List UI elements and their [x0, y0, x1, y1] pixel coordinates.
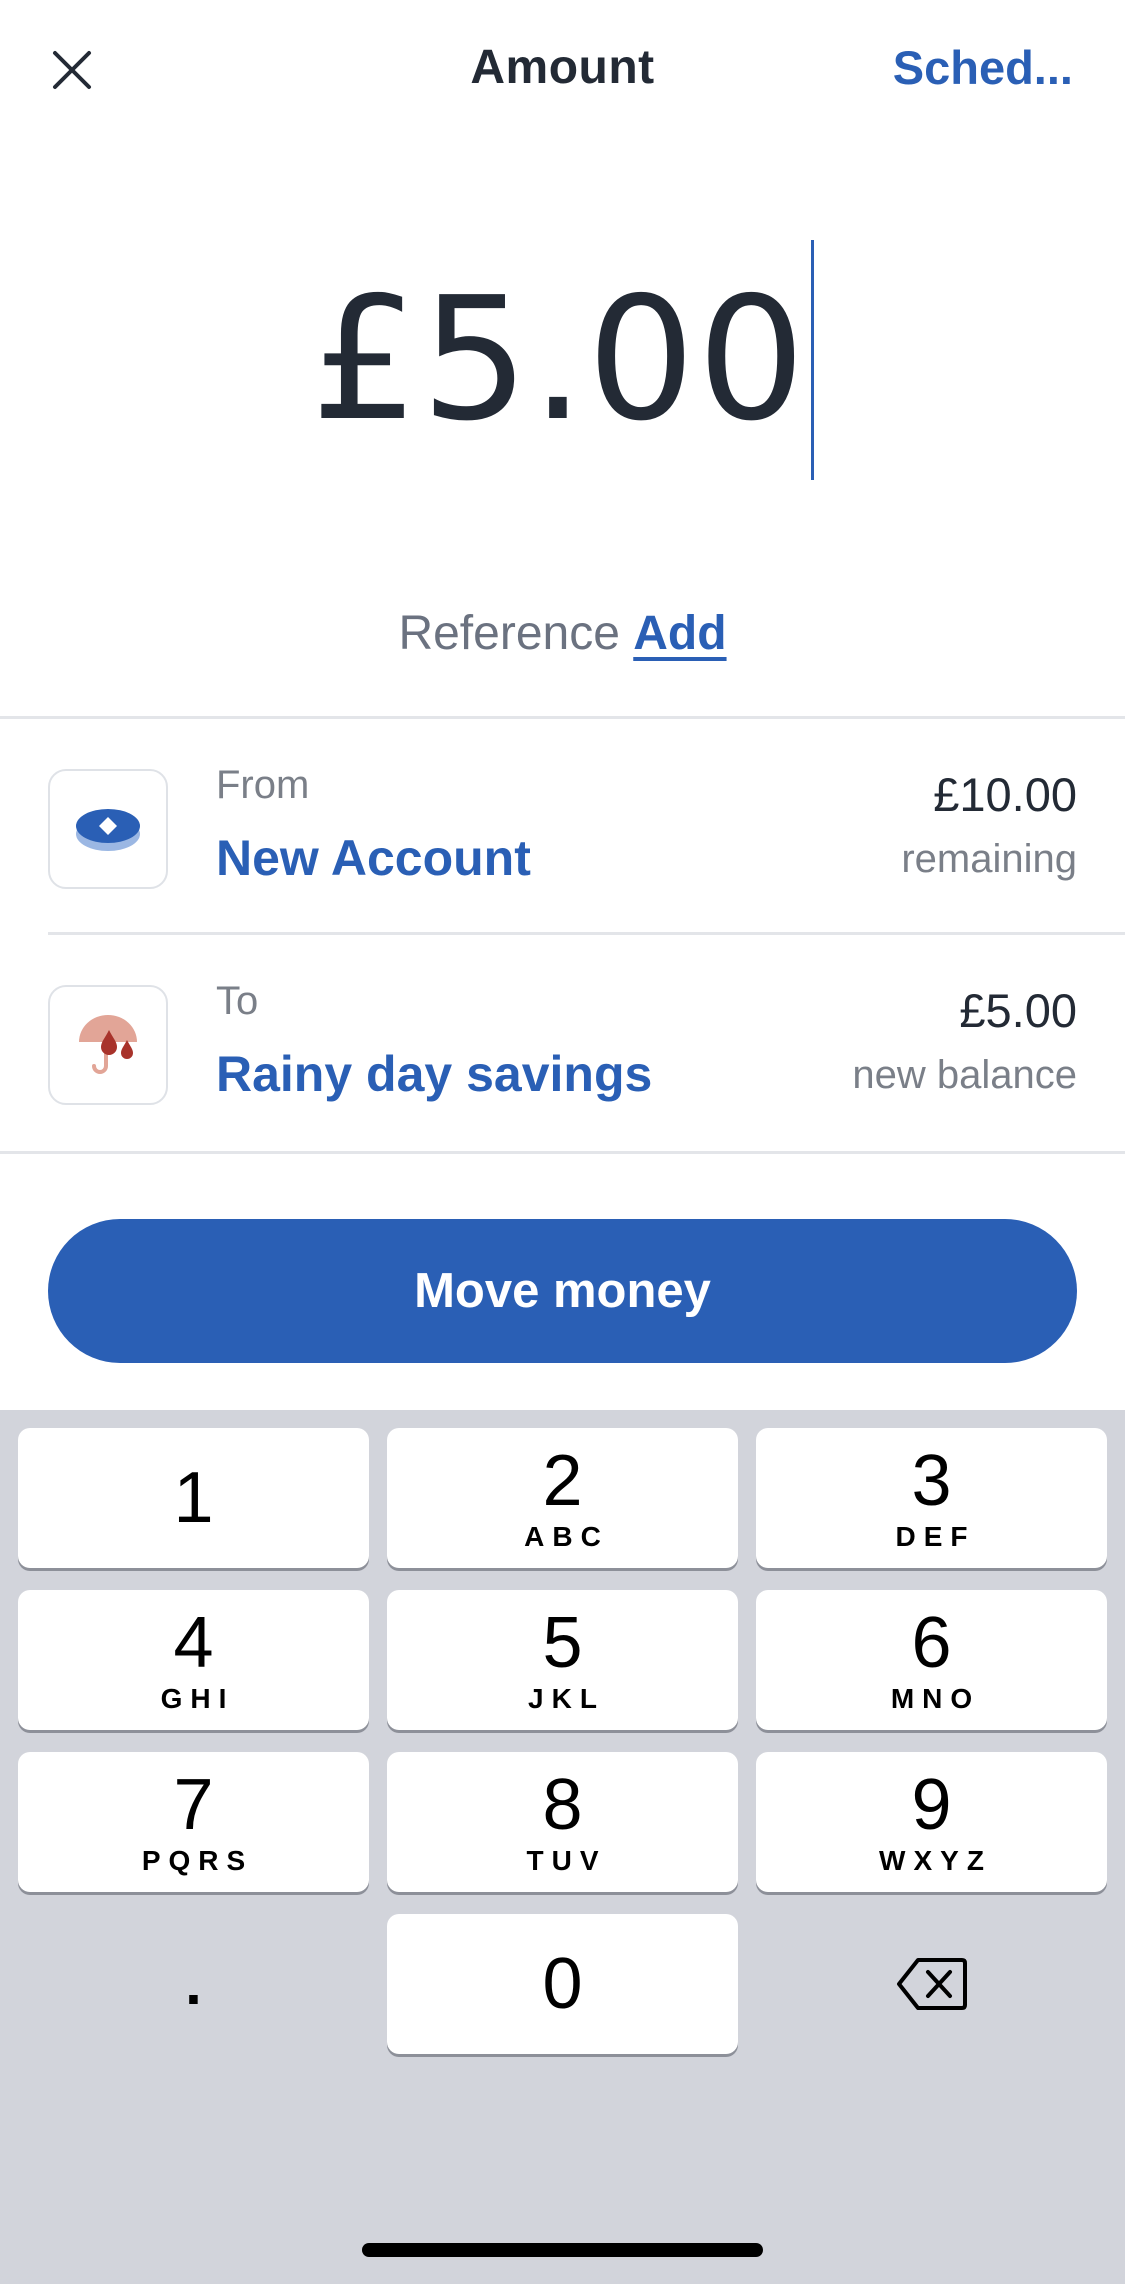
key-digit: 4 — [173, 1603, 214, 1683]
numeric-keypad: 1 2 ABC 3 DEF 4 GHI 5 JKL 6 MNO 7 PQRS 8… — [0, 1410, 1125, 2284]
divider — [0, 1151, 1125, 1154]
amount-value: £5.00 — [310, 261, 808, 459]
umbrella-icon — [79, 1015, 137, 1074]
backspace-icon — [896, 1958, 967, 2010]
home-indicator — [362, 2243, 763, 2257]
from-account-icon-tile — [48, 769, 168, 889]
key-decimal[interactable]: . — [18, 1914, 369, 2054]
key-0[interactable]: 0 — [387, 1914, 738, 2054]
key-digit: 0 — [542, 1944, 583, 2024]
key-digit: 6 — [911, 1603, 952, 1683]
key-5[interactable]: 5 JKL — [387, 1590, 738, 1730]
schedule-button[interactable]: Sched... — [893, 40, 1073, 95]
key-digit: 5 — [542, 1603, 583, 1683]
key-letters: GHI — [160, 1683, 235, 1714]
to-account-row[interactable]: To Rainy day savings £5.00 new balance — [0, 935, 1125, 1151]
to-subtext: new balance — [852, 1053, 1077, 1097]
key-letters: WXYZ — [879, 1845, 992, 1876]
decimal-point: . — [185, 1950, 202, 2017]
reference-row: Reference Add — [0, 606, 1125, 661]
to-caption: To — [216, 979, 259, 1023]
key-digit: 1 — [173, 1458, 214, 1538]
key-digit: 8 — [542, 1765, 583, 1845]
key-letters: DEF — [895, 1521, 976, 1552]
add-reference-link[interactable]: Add — [633, 607, 726, 660]
to-account-icon-tile — [48, 985, 168, 1105]
key-digit: 7 — [173, 1765, 214, 1845]
to-account-name: Rainy day savings — [216, 1046, 653, 1102]
move-money-screen: Amount Sched... £5.00 Reference Add From… — [0, 0, 1125, 2284]
key-letters: PQRS — [141, 1845, 254, 1876]
key-digit: 3 — [911, 1441, 952, 1521]
key-6[interactable]: 6 MNO — [756, 1590, 1107, 1730]
key-letters: JKL — [528, 1683, 605, 1714]
key-1[interactable]: 1 — [18, 1428, 369, 1568]
from-account-row[interactable]: From New Account £10.00 remaining — [0, 719, 1125, 935]
move-money-button[interactable]: Move money — [48, 1219, 1077, 1363]
key-2[interactable]: 2 ABC — [387, 1428, 738, 1568]
from-amount: £10.00 — [933, 768, 1077, 821]
key-4[interactable]: 4 GHI — [18, 1590, 369, 1730]
key-letters: MNO — [890, 1683, 981, 1714]
amount-display[interactable]: £5.00 — [0, 230, 1125, 490]
to-amount: £5.00 — [959, 984, 1077, 1037]
text-caret — [811, 240, 815, 480]
key-3[interactable]: 3 DEF — [756, 1428, 1107, 1568]
from-account-name: New Account — [216, 830, 531, 886]
key-9[interactable]: 9 WXYZ — [756, 1752, 1107, 1892]
from-subtext: remaining — [901, 837, 1077, 881]
key-7[interactable]: 7 PQRS — [18, 1752, 369, 1892]
key-letters: TUV — [526, 1845, 607, 1876]
delete-key[interactable] — [756, 1914, 1107, 2054]
account-disc-icon — [76, 809, 140, 851]
from-caption: From — [216, 763, 310, 807]
key-digit: 9 — [911, 1765, 952, 1845]
key-letters: ABC — [524, 1521, 609, 1552]
top-nav: Amount Sched... — [0, 0, 1125, 140]
reference-label: Reference — [398, 607, 620, 660]
key-digit: 2 — [542, 1441, 583, 1521]
key-8[interactable]: 8 TUV — [387, 1752, 738, 1892]
